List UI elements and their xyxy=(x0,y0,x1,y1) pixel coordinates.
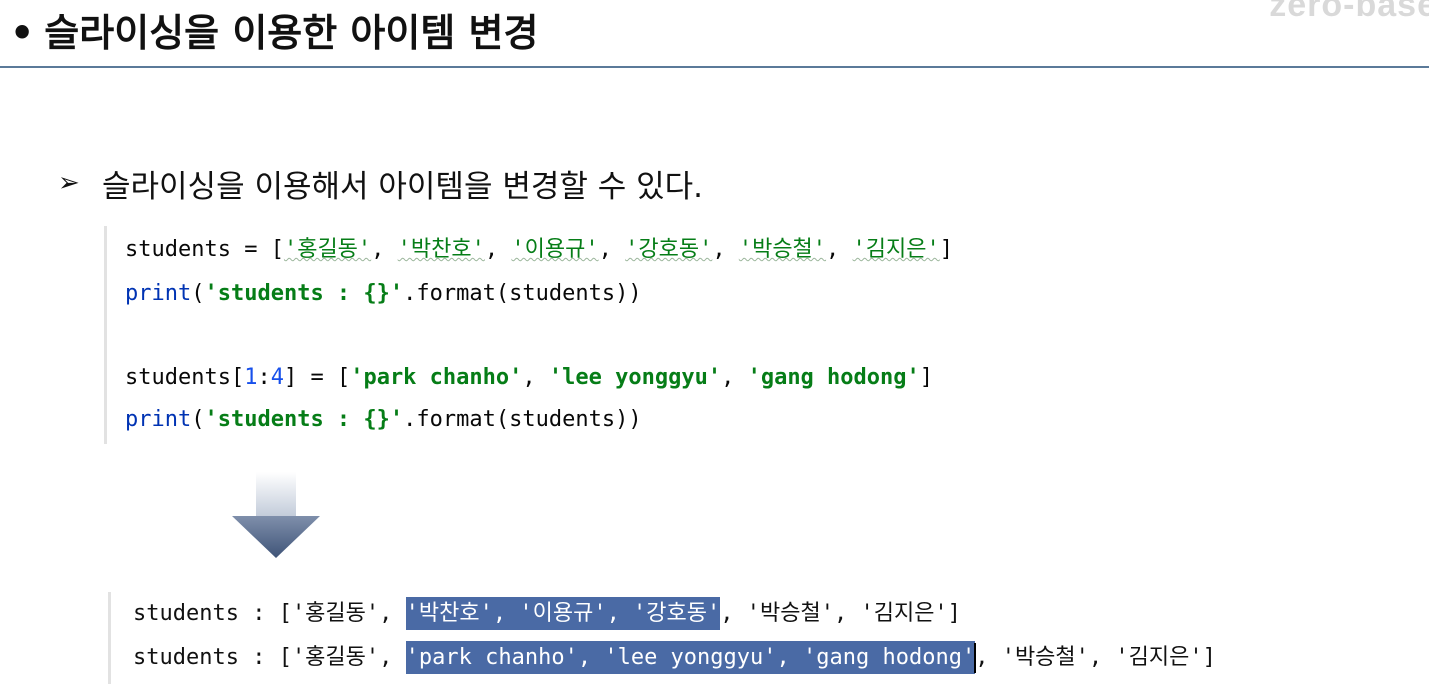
code-line-2: print('students : {}'.format(students)) xyxy=(125,278,642,310)
output-text: students : ['홍길동', xyxy=(133,645,406,670)
code-token: , xyxy=(826,237,853,262)
code-token: ( xyxy=(191,281,205,306)
code-token: , xyxy=(721,365,748,390)
number-literal: 1 xyxy=(244,365,258,390)
output-line-1: students : ['홍길동', '박찬호', '이용규', '강호동', … xyxy=(133,594,961,634)
function-name: print xyxy=(125,281,192,306)
title-divider xyxy=(0,66,1429,68)
slide-title-text: 슬라이싱을 이용한 아이템 변경 xyxy=(44,11,539,55)
output-line-2: students : ['홍길동', 'park chanho', 'lee y… xyxy=(133,638,1216,678)
string-literal: 'students : {}' xyxy=(204,281,404,306)
string-literal: 'gang hodong' xyxy=(747,365,920,390)
string-literal: '홍길동' xyxy=(283,237,372,262)
code-token: students = [ xyxy=(125,237,284,262)
code-token: , xyxy=(712,237,739,262)
selected-text: '박찬호', '이용규', '강호동' xyxy=(405,597,721,630)
code-token: ] = [ xyxy=(283,365,351,390)
number-literal: 4 xyxy=(270,365,284,390)
selected-text: 'park chanho', 'lee yonggyu', 'gang hodo… xyxy=(405,641,976,674)
output-text: students : ['홍길동', xyxy=(133,601,406,626)
bullet-point: ➢ 슬라이싱을 이용해서 아이템을 변경할 수 있다. xyxy=(58,160,703,206)
brand-watermark: zero-base xyxy=(1269,0,1429,24)
string-literal: '이용규' xyxy=(511,237,599,262)
code-token: , xyxy=(522,365,549,390)
code-token: ] xyxy=(939,237,954,262)
string-literal: 'park chanho' xyxy=(350,365,523,390)
code-token: ( xyxy=(191,407,205,432)
code-token: , xyxy=(598,237,626,262)
code-token: students[ xyxy=(125,365,245,390)
code-token: .format(students)) xyxy=(403,407,642,432)
string-literal: 'lee yonggyu' xyxy=(548,365,722,390)
code-token: , xyxy=(484,237,512,262)
down-arrow-icon xyxy=(232,472,320,558)
code-line-4: print('students : {}'.format(students)) xyxy=(125,404,642,436)
bullet-text: 슬라이싱을 이용해서 아이템을 변경할 수 있다. xyxy=(102,168,704,205)
code-line-1: students = ['홍길동', '박찬호', '이용규', '강호동', … xyxy=(125,234,953,266)
code-token: ] xyxy=(919,365,934,390)
code-token: , xyxy=(371,237,398,262)
slide-title: • 슬라이싱을 이용한 아이템 변경 xyxy=(10,8,538,58)
string-literal: 'students : {}' xyxy=(204,407,404,432)
string-literal: '김지은' xyxy=(852,237,940,262)
function-name: print xyxy=(125,407,192,432)
code-line-3: students[1:4] = ['park chanho', 'lee yon… xyxy=(125,362,933,394)
arrow-bullet-icon: ➢ xyxy=(58,168,80,198)
code-token: .format(students)) xyxy=(403,281,642,306)
output-text: , '박승철', '김지은'] xyxy=(975,645,1216,670)
title-bullet: • xyxy=(10,11,35,55)
string-literal: '박찬호' xyxy=(397,237,485,262)
string-literal: '박승철' xyxy=(738,237,827,262)
code-editor-snippet: students = ['홍길동', '박찬호', '이용규', '강호동', … xyxy=(104,226,1167,444)
code-token: : xyxy=(257,365,271,390)
string-literal: '강호동' xyxy=(625,237,713,262)
output-text: , '박승철', '김지은'] xyxy=(720,601,961,626)
console-output: students : ['홍길동', '박찬호', '이용규', '강호동', … xyxy=(108,592,1429,684)
